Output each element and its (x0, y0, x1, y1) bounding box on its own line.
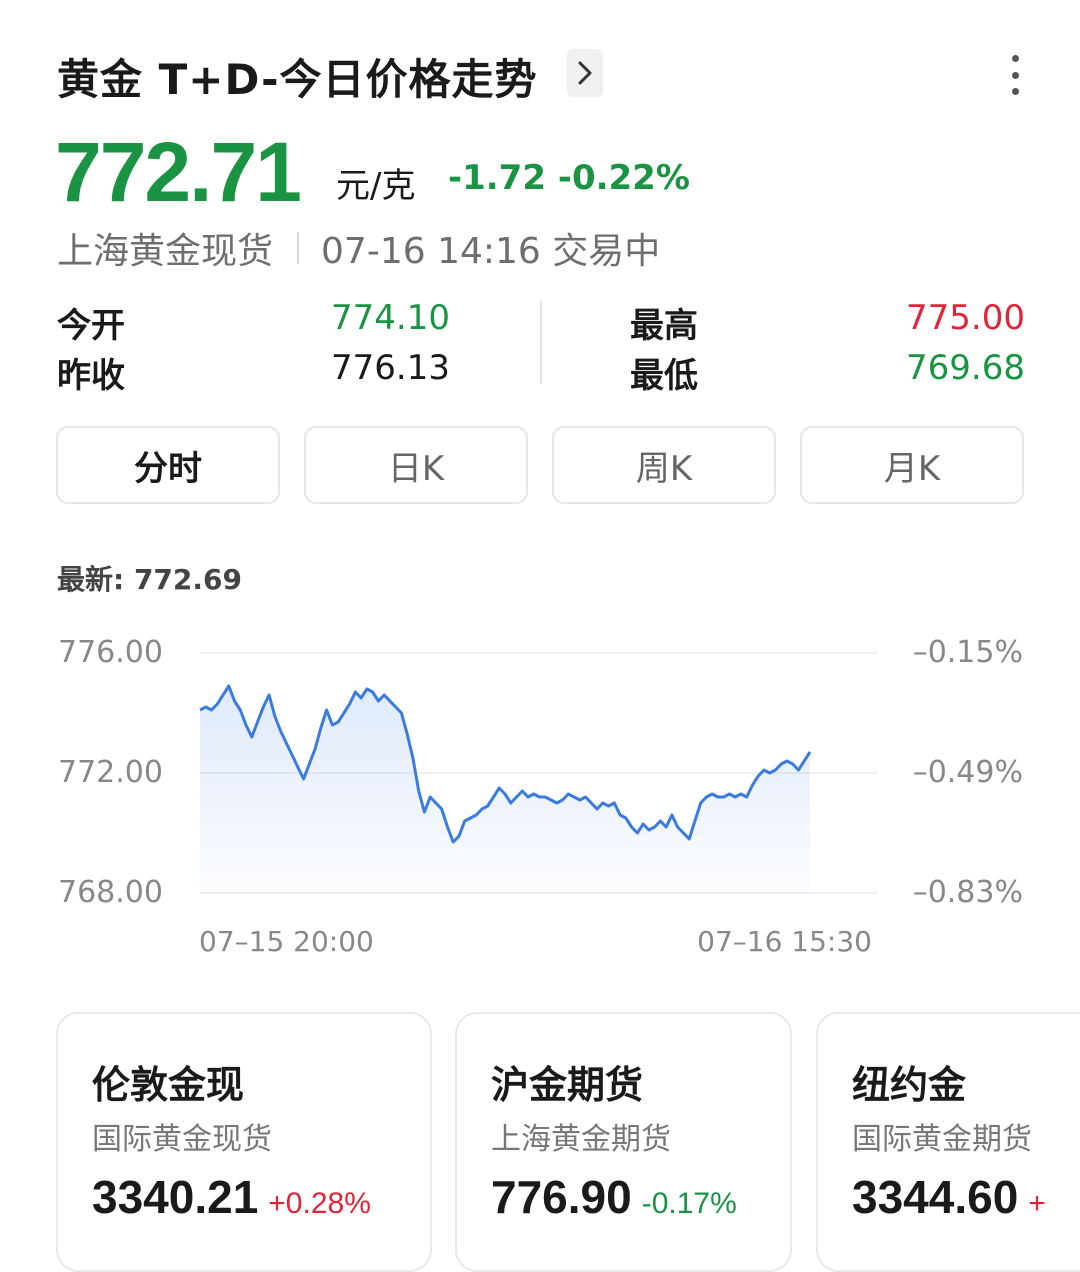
card-change: +0.28% (268, 1187, 371, 1220)
divider (297, 232, 300, 264)
more-vertical-icon (1011, 55, 1019, 62)
price-unit: 元/克 (336, 166, 416, 206)
current-price: 772.71 (55, 125, 302, 219)
open-label: 今开 (57, 306, 125, 346)
price-change: -1.72 -0.22% (448, 158, 690, 198)
card-title: 纽约金 (852, 1063, 967, 1107)
market-info: 上海黄金现货 07-16 14:16 交易中 (57, 222, 660, 274)
page-title: 黄金 T+D-今日价格走势 (57, 55, 538, 104)
y-tick-label: 768.00 (58, 875, 163, 910)
prev-close-value: 776.13 (331, 348, 450, 388)
market-name: 上海黄金现货 (57, 231, 274, 272)
card-price-value: 3340.21 (92, 1171, 259, 1223)
intraday-chart: 776.00 772.00 768.00 –0.15% –0.49% –0.83… (58, 635, 1023, 958)
card-price: 776.90 -0.17% (491, 1170, 737, 1224)
high-value: 775.00 (906, 298, 1025, 338)
card-title: 沪金期货 (491, 1063, 644, 1107)
trading-status: 07-16 14:16 交易中 (321, 231, 661, 272)
tab-intraday[interactable]: 分时 (56, 426, 280, 504)
x-tick-label: 07–16 15:30 (697, 925, 872, 958)
high-label: 最高 (630, 306, 698, 346)
tab-daily-k[interactable]: 日K (304, 426, 528, 504)
card-price-value: 776.90 (491, 1171, 632, 1223)
price-area (200, 686, 810, 893)
latest-price: 最新: 772.69 (57, 563, 242, 596)
tab-weekly-k[interactable]: 周K (552, 426, 776, 504)
card-change: -0.17% (641, 1187, 737, 1220)
prev-close-label: 昨收 (57, 356, 125, 396)
y2-tick-label: –0.83% (913, 875, 1023, 910)
y2-tick-label: –0.15% (913, 635, 1023, 670)
card-shanghai-futures[interactable]: 沪金期货 上海黄金期货 776.90 -0.17% (455, 1012, 792, 1272)
card-subtitle: 国际黄金期货 (852, 1122, 1032, 1157)
chevron-right-icon (578, 61, 592, 85)
low-label: 最低 (630, 356, 698, 396)
card-title: 伦敦金现 (92, 1063, 245, 1107)
card-change: + (1028, 1187, 1046, 1220)
card-newyork-gold[interactable]: 纽约金 国际黄金期货 3344.60 + (816, 1012, 1080, 1272)
card-price-value: 3344.60 (852, 1171, 1019, 1223)
card-price: 3340.21 +0.28% (92, 1170, 371, 1224)
y-tick-label: 776.00 (58, 635, 163, 670)
more-menu-button[interactable] (1005, 55, 1025, 95)
open-value: 774.10 (331, 298, 450, 338)
card-subtitle: 上海黄金期货 (491, 1122, 671, 1157)
card-london-gold[interactable]: 伦敦金现 国际黄金现货 3340.21 +0.28% (56, 1012, 432, 1272)
y-tick-label: 772.00 (58, 755, 163, 790)
stats-divider (540, 300, 542, 384)
title-detail-button[interactable] (567, 49, 603, 97)
tab-monthly-k[interactable]: 月K (800, 426, 1024, 504)
low-value: 769.68 (906, 348, 1025, 388)
card-subtitle: 国际黄金现货 (92, 1122, 272, 1157)
card-price: 3344.60 + (852, 1170, 1046, 1224)
x-tick-label: 07–15 20:00 (199, 925, 374, 958)
y2-tick-label: –0.49% (913, 755, 1023, 790)
